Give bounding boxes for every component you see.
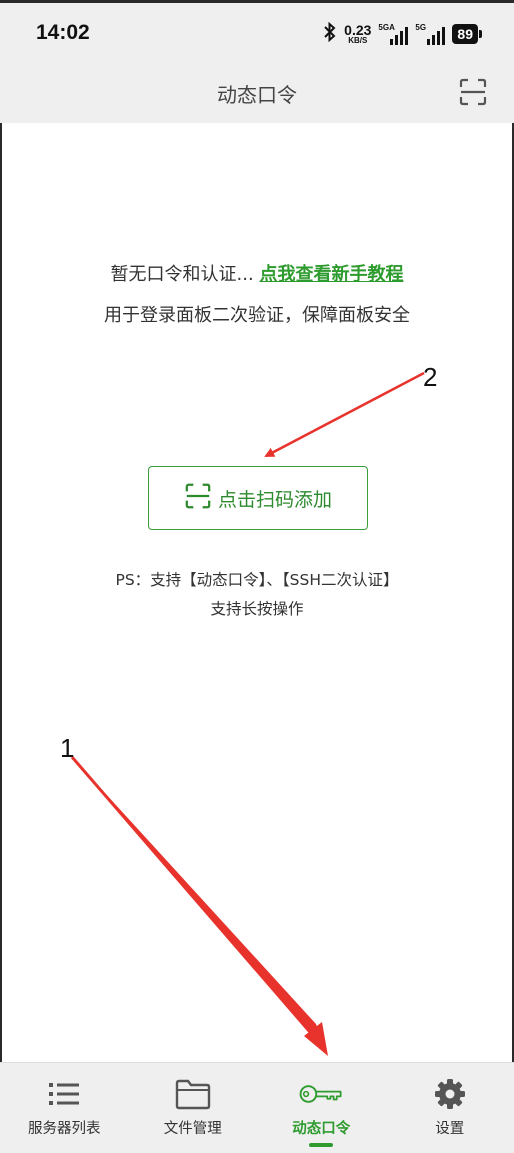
nav-label: 设置 [435,1121,465,1137]
active-tab-indicator [309,1143,334,1147]
empty-state-text: 暂无口令和认证... [110,264,254,285]
nav-label: 服务器列表 [28,1121,101,1137]
arrow-to-scan-button [264,371,425,458]
status-bar: 14:02 0.23 KB/S 5GA 5G 89 [0,3,514,63]
annotation-marker-2: 2 [423,362,438,392]
scan-add-button[interactable]: 点击扫码添加 [148,466,368,530]
arrow-to-nav-key [72,757,326,1050]
key-icon [299,1076,343,1112]
nav-item-server-list[interactable]: 服务器列表 [0,1063,129,1153]
annotation-marker-1: 1 [60,733,75,763]
list-icon [42,1076,86,1112]
nav-label: 动态口令 [292,1121,351,1137]
network-speed-value: 0.23 [344,22,372,38]
network-speed-unit: KB/S [348,36,368,45]
nav-label: 文件管理 [163,1121,222,1137]
arrow-to-nav-key-head [304,1022,328,1056]
empty-state-message: 暂无口令和认证... 点我查看新手教程 [0,260,514,286]
bottom-nav: 服务器列表 文件管理 动态口令 设置 [0,1062,514,1153]
nav-item-file-manager[interactable]: 文件管理 [129,1063,258,1153]
folder-icon [171,1076,215,1112]
network-speed: 0.23 KB/S [344,23,371,45]
gear-icon [428,1076,472,1112]
status-icons: 0.23 KB/S 5GA 5G 89 [323,21,482,47]
signal-sim2-icon: 5G [415,23,446,45]
scan-add-button-label: 点击扫码添加 [217,488,332,511]
sim2-label: 5G [415,23,427,32]
nav-item-dynamic-token[interactable]: 动态口令 [257,1063,386,1153]
scan-icon[interactable] [458,77,488,107]
nav-item-settings[interactable]: 设置 [386,1063,514,1153]
tutorial-link[interactable]: 点我查看新手教程 [259,264,403,285]
phone-screen: 14:02 0.23 KB/S 5GA 5G 89 动态口令 暂无口令和认证..… [0,0,514,1153]
ps-note-secondary: 支持长按操作 [210,600,304,618]
page-title: 动态口令 [217,83,297,107]
app-bar: 动态口令 [0,63,514,123]
empty-state-description: 用于登录面板二次验证，保障面板安全 [104,305,410,326]
ps-note: PS：支持【动态口令】、【SSH二次认证】 [115,571,399,589]
bluetooth-icon [323,21,337,47]
scan-icon [184,482,212,515]
status-time: 14:02 [36,21,90,44]
signal-sim1-icon: 5GA [378,23,409,45]
battery-icon: 89 [452,24,482,44]
battery-level: 89 [452,24,478,44]
